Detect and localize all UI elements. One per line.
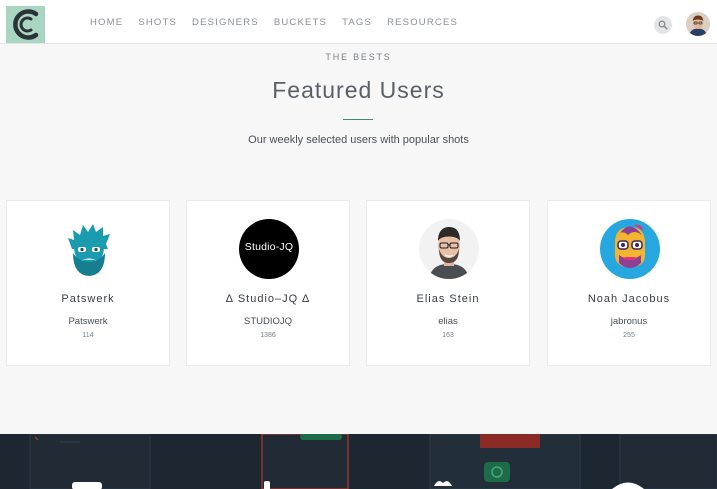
main-nav: HOME SHOTS DESIGNERS BUCKETS TAGS RESOUR… [90, 17, 473, 28]
c-logo-icon[interactable] [6, 6, 45, 43]
shot-count: 163 [442, 332, 454, 339]
portrait-photo-avatar[interactable] [419, 219, 479, 279]
user-username[interactable]: jabronus [548, 316, 710, 327]
shot-count: 1386 [260, 332, 276, 339]
user-name[interactable]: ∆ Studio–JQ ∆ [187, 293, 349, 305]
nav-resources[interactable]: RESOURCES [387, 17, 458, 28]
user-card-elias-stein[interactable]: Elias Stein elias 163 [366, 200, 530, 366]
search-button[interactable] [654, 16, 672, 34]
user-card-noah-jacobus[interactable]: Noah Jacobus jabronus 255 [547, 200, 711, 366]
studio-jq-logo-text: Studio-JQ [244, 241, 294, 253]
nav-buckets[interactable]: BUCKETS [274, 17, 327, 28]
user-name[interactable]: Patswerk [7, 293, 169, 305]
nav-designers[interactable]: DESIGNERS [192, 17, 259, 28]
title-divider [343, 119, 373, 120]
user-card-studio-jq[interactable]: Studio-JQ ∆ Studio–JQ ∆ STUDIOJQ 1386 [186, 200, 350, 366]
user-name[interactable]: Noah Jacobus [548, 293, 710, 305]
user-username[interactable]: elias [367, 316, 529, 327]
user-avatar[interactable] [686, 12, 710, 36]
section-eyebrow: THE BESTS [325, 52, 392, 62]
user-username[interactable]: Patswerk [7, 316, 169, 327]
shot-count: 114 [82, 332, 94, 339]
top-navbar: HOME SHOTS DESIGNERS BUCKETS TAGS RESOUR… [0, 0, 717, 44]
nav-tags[interactable]: TAGS [342, 17, 372, 28]
shot-count: 255 [623, 332, 635, 339]
bearded-head-avatar[interactable] [59, 219, 119, 279]
nav-home[interactable]: HOME [90, 17, 123, 28]
studio-jq-logo[interactable]: Studio-JQ [239, 219, 299, 279]
user-card-patswerk[interactable]: Patswerk Patswerk 114 [6, 200, 170, 366]
nav-shots[interactable]: SHOTS [138, 17, 177, 28]
search-icon [658, 20, 668, 30]
section-subtitle: Our weekly selected users with popular s… [248, 134, 469, 146]
user-name[interactable]: Elias Stein [367, 293, 529, 305]
cartoon-face-avatar[interactable] [600, 219, 660, 279]
user-username[interactable]: STUDIOJQ [187, 316, 349, 327]
page-title: Featured Users [272, 77, 445, 103]
footer-hero-band [0, 434, 717, 489]
